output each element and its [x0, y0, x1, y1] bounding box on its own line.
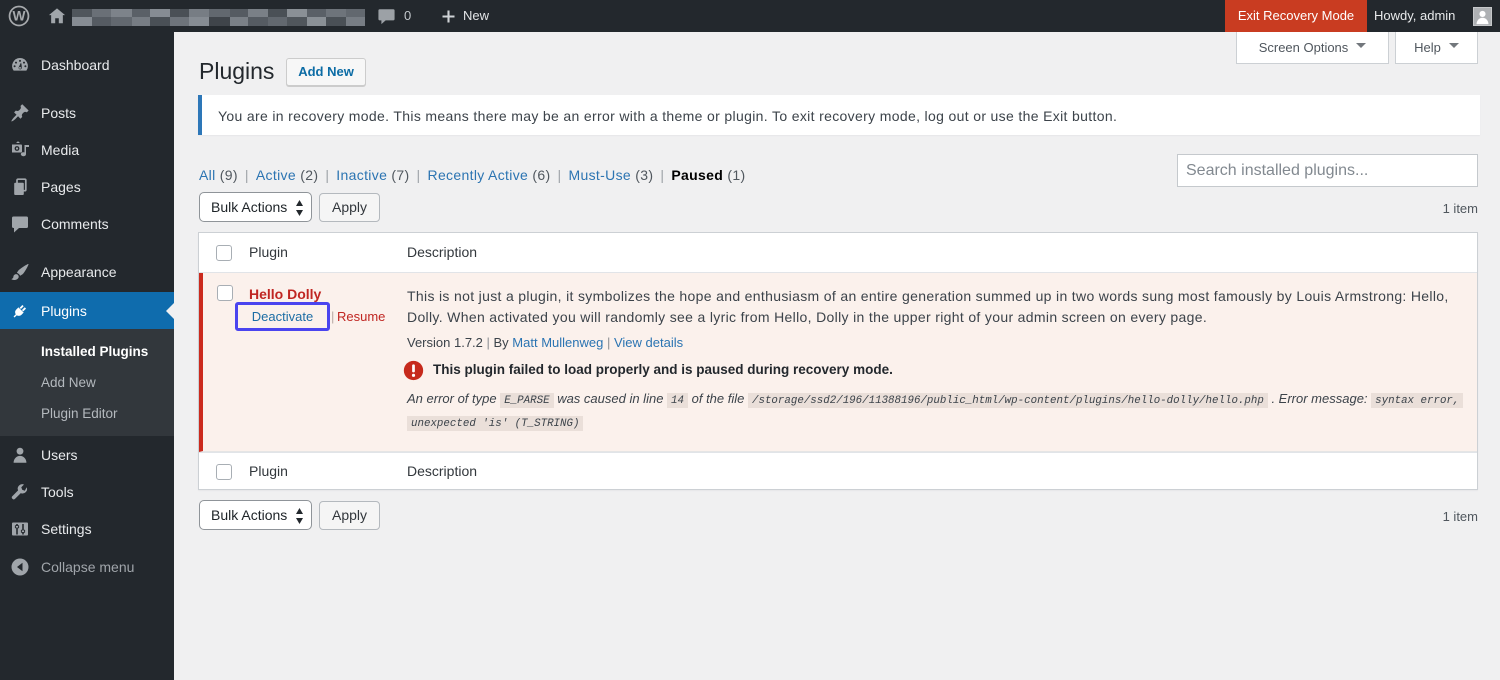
svg-text:W: W	[13, 9, 26, 24]
